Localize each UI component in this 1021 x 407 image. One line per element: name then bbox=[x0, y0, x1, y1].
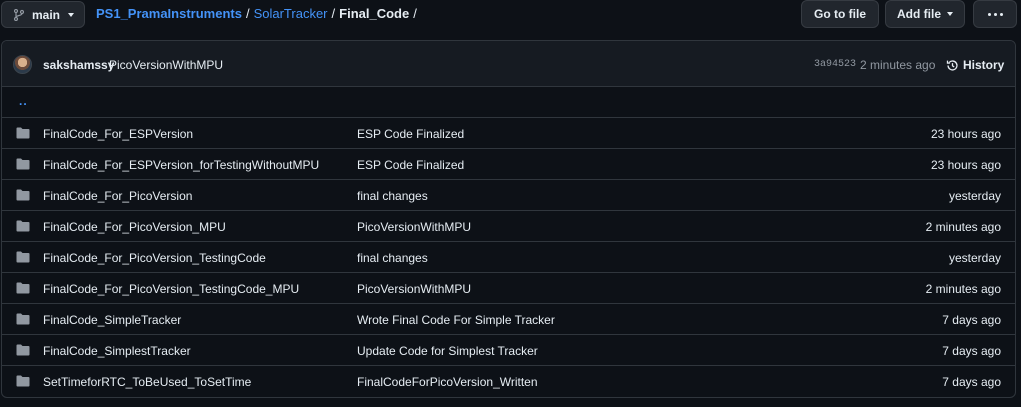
file-name-link[interactable]: SetTimeforRTC_ToBeUsed_ToSetTime bbox=[43, 375, 251, 389]
file-navigation: main PS1_PramaInstruments / SolarTracker… bbox=[0, 0, 1021, 30]
latest-commit-bar: sakshamssy PicoVersionWithMPU 3a94523 2 … bbox=[2, 41, 1015, 87]
folder-icon-wrap bbox=[16, 251, 30, 266]
folder-icon bbox=[16, 158, 30, 170]
folder-icon bbox=[16, 282, 30, 294]
folder-icon-wrap bbox=[16, 127, 30, 142]
file-list: sakshamssy PicoVersionWithMPU 3a94523 2 … bbox=[1, 40, 1016, 398]
folder-icon-wrap bbox=[16, 282, 30, 297]
file-commit-message-link[interactable]: final changes bbox=[357, 189, 428, 203]
file-name-link[interactable]: FinalCode_For_PicoVersion_TestingCode_MP… bbox=[43, 282, 299, 296]
file-name-link[interactable]: FinalCode_SimpleTracker bbox=[43, 313, 181, 327]
go-to-file-label: Go to file bbox=[814, 7, 866, 21]
history-icon bbox=[946, 59, 958, 71]
parent-directory-row[interactable]: .. bbox=[2, 87, 1015, 118]
parent-directory-link[interactable]: .. bbox=[19, 94, 28, 108]
folder-icon bbox=[16, 127, 30, 139]
breadcrumb-separator: / bbox=[245, 6, 250, 21]
file-commit-message-link[interactable]: Wrote Final Code For Simple Tracker bbox=[357, 313, 555, 327]
commit-time: 2 minutes ago bbox=[860, 58, 936, 72]
file-row[interactable]: FinalCode_For_PicoVersion_MPU PicoVersion… bbox=[2, 211, 1015, 242]
file-commit-message-link[interactable]: ESP Code Finalized bbox=[357, 127, 464, 141]
file-name-link[interactable]: FinalCode_For_PicoVersion_TestingCode bbox=[43, 251, 266, 265]
file-commit-message-link[interactable]: PicoVersionWithMPU bbox=[357, 282, 471, 296]
go-to-file-button[interactable]: Go to file bbox=[801, 0, 879, 28]
chevron-down-icon bbox=[68, 12, 75, 17]
file-commit-age: yesterday bbox=[948, 189, 1001, 203]
breadcrumb-repo-link[interactable]: PS1_PramaInstruments bbox=[96, 6, 242, 21]
file-commit-age: 7 days ago bbox=[942, 313, 1001, 327]
file-row[interactable]: FinalCode_For_PicoVersion_TestingCode_MP… bbox=[2, 273, 1015, 304]
file-row[interactable]: FinalCode_SimpleTracker Wrote Final Code … bbox=[2, 304, 1015, 335]
branch-selector-button[interactable]: main bbox=[1, 1, 85, 28]
file-row[interactable]: FinalCode_For_ESPVersion ESP Code Finaliz… bbox=[2, 118, 1015, 149]
file-commit-message-link[interactable]: FinalCodeForPicoVersion_Written bbox=[357, 375, 538, 389]
breadcrumb-separator: / bbox=[331, 6, 336, 21]
folder-icon-wrap bbox=[16, 220, 30, 235]
breadcrumb: PS1_PramaInstruments / SolarTracker / Fi… bbox=[96, 6, 417, 21]
file-row[interactable]: SetTimeforRTC_ToBeUsed_ToSetTime FinalCod… bbox=[2, 366, 1015, 397]
history-button[interactable]: History bbox=[946, 58, 1004, 72]
breadcrumb-current: Final_Code bbox=[339, 6, 410, 21]
breadcrumb-separator: / bbox=[413, 6, 417, 21]
add-file-label: Add file bbox=[897, 7, 941, 21]
file-commit-age: 2 minutes ago bbox=[925, 220, 1001, 234]
file-commit-message-link[interactable]: PicoVersionWithMPU bbox=[357, 220, 471, 234]
folder-icon bbox=[16, 313, 30, 325]
avatar[interactable] bbox=[13, 55, 32, 74]
file-commit-age: 7 days ago bbox=[942, 375, 1001, 389]
file-commit-age: 7 days ago bbox=[942, 344, 1001, 358]
folder-icon-wrap bbox=[16, 189, 30, 204]
file-commit-message-link[interactable]: Update Code for Simplest Tracker bbox=[357, 344, 538, 358]
file-row[interactable]: FinalCode_SimplestTracker Update Code for… bbox=[2, 335, 1015, 366]
file-name-link[interactable]: FinalCode_SimplestTracker bbox=[43, 344, 191, 358]
file-name-link[interactable]: FinalCode_For_ESPVersion_forTestingWitho… bbox=[43, 158, 319, 172]
folder-icon bbox=[16, 344, 30, 356]
more-options-button[interactable] bbox=[973, 0, 1017, 28]
folder-icon-wrap bbox=[16, 375, 30, 390]
file-name-link[interactable]: FinalCode_For_PicoVersion_MPU bbox=[43, 220, 226, 234]
breadcrumb-dir-link[interactable]: SolarTracker bbox=[254, 6, 328, 21]
file-commit-age: yesterday bbox=[948, 251, 1001, 265]
git-branch-icon bbox=[14, 8, 24, 21]
file-commit-age: 2 minutes ago bbox=[925, 282, 1001, 296]
history-label: History bbox=[963, 58, 1005, 72]
folder-icon-wrap bbox=[16, 344, 30, 359]
chevron-down-icon bbox=[947, 12, 953, 16]
folder-icon bbox=[16, 189, 30, 201]
file-name-link[interactable]: FinalCode_For_PicoVersion bbox=[43, 189, 192, 203]
file-row[interactable]: FinalCode_For_ESPVersion_forTestingWitho… bbox=[2, 149, 1015, 180]
file-commit-message-link[interactable]: final changes bbox=[357, 251, 428, 265]
file-commit-age: 23 hours ago bbox=[930, 158, 1001, 172]
file-row[interactable]: FinalCode_For_PicoVersion_TestingCode fin… bbox=[2, 242, 1015, 273]
folder-icon bbox=[16, 251, 30, 263]
kebab-horizontal-icon bbox=[987, 12, 1003, 16]
file-commit-age: 23 hours ago bbox=[930, 127, 1001, 141]
commit-author[interactable]: sakshamssy bbox=[43, 58, 114, 72]
file-commit-message-link[interactable]: ESP Code Finalized bbox=[357, 158, 464, 172]
branch-name: main bbox=[32, 7, 61, 22]
folder-icon-wrap bbox=[16, 313, 30, 328]
commit-sha[interactable]: 3a94523 bbox=[814, 59, 856, 70]
add-file-button[interactable]: Add file bbox=[885, 0, 965, 28]
file-name-link[interactable]: FinalCode_For_ESPVersion bbox=[43, 127, 193, 141]
folder-icon bbox=[16, 220, 30, 232]
folder-icon-wrap bbox=[16, 158, 30, 173]
folder-icon bbox=[16, 375, 30, 387]
commit-message[interactable]: PicoVersionWithMPU bbox=[109, 58, 223, 72]
file-row[interactable]: FinalCode_For_PicoVersion final changes ye… bbox=[2, 180, 1015, 211]
